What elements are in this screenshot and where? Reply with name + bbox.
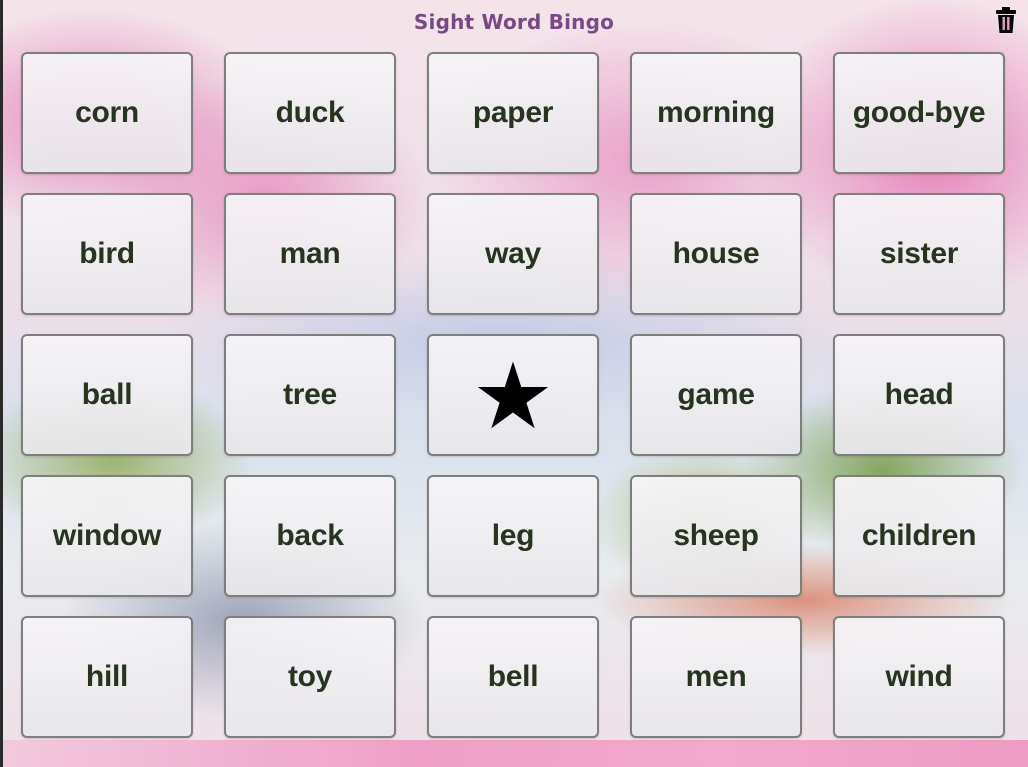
card-word: window	[52, 519, 162, 552]
bingo-card[interactable]: game	[630, 334, 802, 456]
free-space-card[interactable]	[427, 334, 599, 456]
bingo-card[interactable]: sister	[833, 193, 1005, 315]
card-word: way	[485, 237, 541, 270]
card-word: man	[279, 237, 341, 270]
bingo-card[interactable]: children	[833, 475, 1005, 597]
card-word: wind	[885, 660, 953, 693]
card-word: game	[677, 378, 755, 411]
bingo-card[interactable]: way	[427, 193, 599, 315]
star-icon	[477, 361, 549, 429]
card-word: men	[685, 660, 747, 693]
bingo-board: corn duck paper morning good-bye bird ma…	[21, 52, 1005, 738]
card-word: toy	[287, 660, 333, 693]
card-word: tree	[283, 378, 337, 411]
card-word: bell	[487, 660, 539, 693]
background-bottom-band	[3, 740, 1028, 767]
bingo-card[interactable]: corn	[21, 52, 193, 174]
card-word: bird	[79, 237, 135, 270]
bingo-card[interactable]: head	[833, 334, 1005, 456]
trash-icon	[996, 7, 1016, 33]
card-word: children	[861, 519, 977, 552]
card-word: house	[672, 237, 760, 270]
bingo-card[interactable]: man	[224, 193, 396, 315]
bingo-card[interactable]: back	[224, 475, 396, 597]
card-word: sister	[879, 237, 959, 270]
bingo-card[interactable]: window	[21, 475, 193, 597]
bingo-card[interactable]: bird	[21, 193, 193, 315]
bingo-card[interactable]: ball	[21, 334, 193, 456]
bingo-card[interactable]: good-bye	[833, 52, 1005, 174]
card-word: leg	[491, 519, 535, 552]
card-word: head	[884, 378, 954, 411]
card-word: back	[276, 519, 344, 552]
card-word: good-bye	[852, 96, 986, 129]
card-word: sheep	[673, 519, 759, 552]
card-word: hill	[85, 660, 129, 693]
card-word: duck	[275, 96, 345, 129]
bingo-card[interactable]: house	[630, 193, 802, 315]
bingo-card[interactable]: paper	[427, 52, 599, 174]
bingo-card[interactable]: sheep	[630, 475, 802, 597]
bingo-card[interactable]: hill	[21, 616, 193, 738]
card-word: morning	[657, 96, 775, 129]
bingo-card[interactable]: bell	[427, 616, 599, 738]
bingo-card[interactable]: leg	[427, 475, 599, 597]
bingo-card[interactable]: toy	[224, 616, 396, 738]
card-word: ball	[81, 378, 133, 411]
bingo-card[interactable]: men	[630, 616, 802, 738]
bingo-card[interactable]: duck	[224, 52, 396, 174]
bingo-card[interactable]: wind	[833, 616, 1005, 738]
bingo-card[interactable]: morning	[630, 52, 802, 174]
clear-board-button[interactable]	[994, 6, 1018, 34]
bingo-card[interactable]: tree	[224, 334, 396, 456]
app-title: Sight Word Bingo	[413, 10, 615, 34]
card-word: corn	[75, 96, 139, 129]
card-word: paper	[472, 96, 554, 129]
